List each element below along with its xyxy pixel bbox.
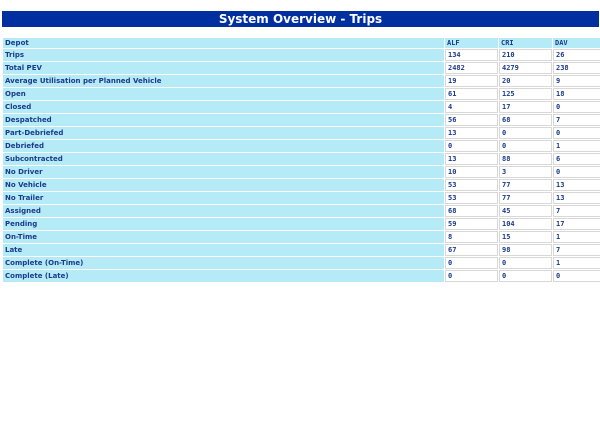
row-label: Despatched bbox=[3, 114, 444, 126]
table-row: Late 67 98 7 bbox=[3, 244, 600, 256]
row-label: Late bbox=[3, 244, 444, 256]
row-label: Assigned bbox=[3, 205, 444, 217]
page-title: System Overview - Trips bbox=[2, 11, 599, 27]
cell-value: 0 bbox=[499, 257, 552, 269]
cell-value: 9 bbox=[553, 75, 600, 87]
cell-value: 67 bbox=[445, 244, 498, 256]
cell-value: 1 bbox=[553, 231, 600, 243]
cell-value: 210 bbox=[499, 49, 552, 61]
table-row: Complete (On-Time) 0 0 1 bbox=[3, 257, 600, 269]
cell-value: 0 bbox=[553, 101, 600, 113]
row-label: Average Utilisation per Planned Vehicle bbox=[3, 75, 444, 87]
row-label: Trips bbox=[3, 49, 444, 61]
cell-value: 0 bbox=[499, 140, 552, 152]
row-label: Closed bbox=[3, 101, 444, 113]
cell-value: 8 bbox=[445, 231, 498, 243]
table-row: On-Time 8 15 1 bbox=[3, 231, 600, 243]
table-row: Total PEV 2482 4279 238 bbox=[3, 62, 600, 74]
cell-value: 1 bbox=[553, 140, 600, 152]
table-row: No Trailer 53 77 13 bbox=[3, 192, 600, 204]
cell-value: 1 bbox=[553, 257, 600, 269]
cell-value: 6 bbox=[553, 153, 600, 165]
table-row: No Vehicle 53 77 13 bbox=[3, 179, 600, 191]
table-row: Despatched 56 68 7 bbox=[3, 114, 600, 126]
table-row: Subcontracted 13 88 6 bbox=[3, 153, 600, 165]
table-row: Complete (Late) 0 0 0 bbox=[3, 270, 600, 282]
trips-overview-table: Depot ALF CRI DAV Trips 134 210 26 Total PEV… bbox=[2, 37, 600, 283]
cell-value: 13 bbox=[445, 127, 498, 139]
row-label: Complete (Late) bbox=[3, 270, 444, 282]
cell-value: 19 bbox=[445, 75, 498, 87]
cell-value: 4 bbox=[445, 101, 498, 113]
depot-column-cri: CRI bbox=[499, 38, 552, 48]
cell-value: 238 bbox=[553, 62, 600, 74]
cell-value: 77 bbox=[499, 179, 552, 191]
row-label: Open bbox=[3, 88, 444, 100]
table-row: Closed 4 17 0 bbox=[3, 101, 600, 113]
table-row: Part-Debriefed 13 0 0 bbox=[3, 127, 600, 139]
row-label: Pending bbox=[3, 218, 444, 230]
cell-value: 68 bbox=[445, 205, 498, 217]
cell-value: 98 bbox=[499, 244, 552, 256]
cell-value: 10 bbox=[445, 166, 498, 178]
row-label: No Trailer bbox=[3, 192, 444, 204]
cell-value: 18 bbox=[553, 88, 600, 100]
depot-header-label: Depot bbox=[3, 38, 444, 48]
cell-value: 88 bbox=[499, 153, 552, 165]
row-label: Total PEV bbox=[3, 62, 444, 74]
cell-value: 26 bbox=[553, 49, 600, 61]
cell-value: 0 bbox=[445, 257, 498, 269]
table-row: Open 61 125 18 bbox=[3, 88, 600, 100]
cell-value: 134 bbox=[445, 49, 498, 61]
cell-value: 13 bbox=[553, 179, 600, 191]
cell-value: 53 bbox=[445, 179, 498, 191]
cell-value: 4279 bbox=[499, 62, 552, 74]
row-label: Complete (On-Time) bbox=[3, 257, 444, 269]
cell-value: 61 bbox=[445, 88, 498, 100]
cell-value: 0 bbox=[553, 127, 600, 139]
cell-value: 0 bbox=[553, 166, 600, 178]
cell-value: 20 bbox=[499, 75, 552, 87]
cell-value: 68 bbox=[499, 114, 552, 126]
row-label: Subcontracted bbox=[3, 153, 444, 165]
row-label: No Driver bbox=[3, 166, 444, 178]
table-row: Assigned 68 45 7 bbox=[3, 205, 600, 217]
row-label: No Vehicle bbox=[3, 179, 444, 191]
cell-value: 17 bbox=[553, 218, 600, 230]
cell-value: 13 bbox=[553, 192, 600, 204]
cell-value: 59 bbox=[445, 218, 498, 230]
table-row: Trips 134 210 26 bbox=[3, 49, 600, 61]
table-header-row: Depot ALF CRI DAV bbox=[3, 38, 600, 48]
row-label: On-Time bbox=[3, 231, 444, 243]
cell-value: 53 bbox=[445, 192, 498, 204]
table-row: Average Utilisation per Planned Vehicle 1… bbox=[3, 75, 600, 87]
depot-column-dav: DAV bbox=[553, 38, 600, 48]
cell-value: 104 bbox=[499, 218, 552, 230]
cell-value: 15 bbox=[499, 231, 552, 243]
cell-value: 2482 bbox=[445, 62, 498, 74]
cell-value: 0 bbox=[445, 140, 498, 152]
cell-value: 7 bbox=[553, 244, 600, 256]
cell-value: 7 bbox=[553, 114, 600, 126]
cell-value: 0 bbox=[499, 127, 552, 139]
table-row: Debriefed 0 0 1 bbox=[3, 140, 600, 152]
cell-value: 56 bbox=[445, 114, 498, 126]
row-label: Part-Debriefed bbox=[3, 127, 444, 139]
table-row: No Driver 10 3 0 bbox=[3, 166, 600, 178]
cell-value: 13 bbox=[445, 153, 498, 165]
cell-value: 3 bbox=[499, 166, 552, 178]
cell-value: 0 bbox=[445, 270, 498, 282]
row-label: Debriefed bbox=[3, 140, 444, 152]
cell-value: 125 bbox=[499, 88, 552, 100]
table-row: Pending 59 104 17 bbox=[3, 218, 600, 230]
cell-value: 0 bbox=[553, 270, 600, 282]
cell-value: 7 bbox=[553, 205, 600, 217]
depot-column-alf: ALF bbox=[445, 38, 498, 48]
trips-table-body: Depot ALF CRI DAV Trips 134 210 26 Total PEV… bbox=[3, 38, 600, 282]
cell-value: 0 bbox=[499, 270, 552, 282]
cell-value: 77 bbox=[499, 192, 552, 204]
cell-value: 45 bbox=[499, 205, 552, 217]
cell-value: 17 bbox=[499, 101, 552, 113]
